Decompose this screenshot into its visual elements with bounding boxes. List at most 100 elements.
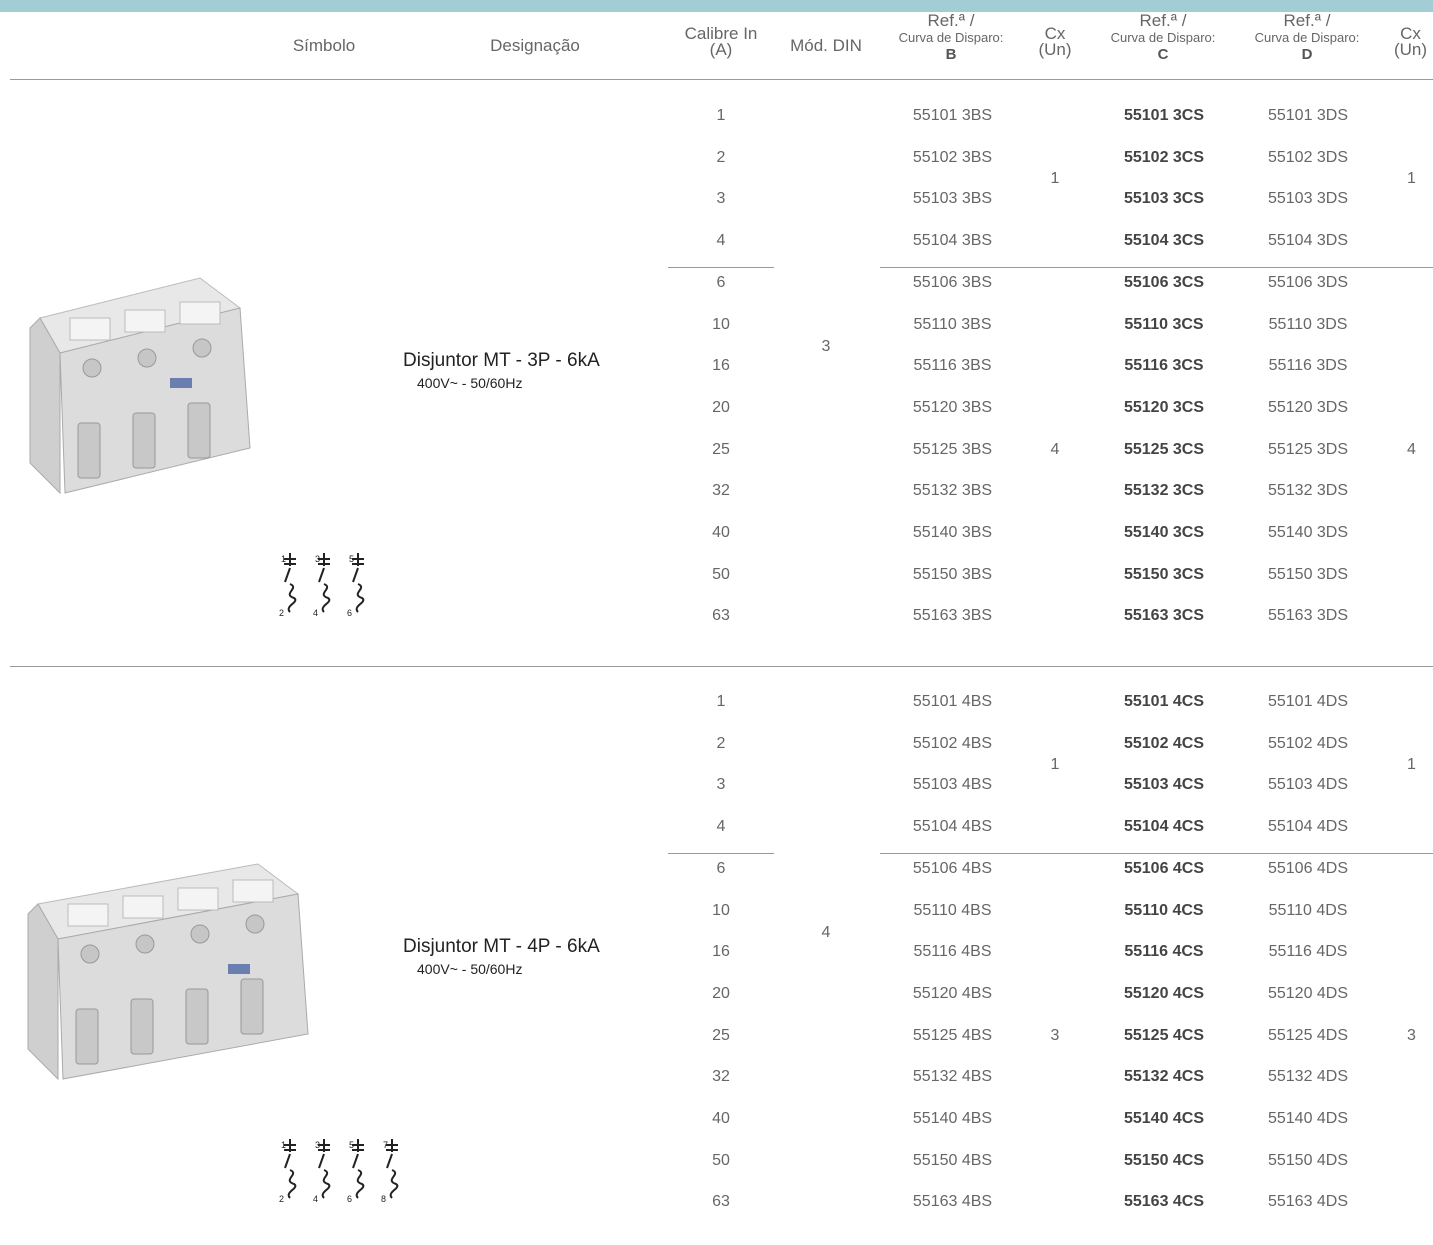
calibre-cell: 32 [712,482,730,500]
cx-small-b-cell: 1 [1050,755,1060,773]
ref-d-cell: 55140 3DS [1267,524,1349,541]
calibre-cell: 10 [712,901,730,919]
subgroup-rule-refs [880,852,1433,854]
calibre-cell: 3 [716,190,726,208]
header-rule [10,79,1433,80]
ref-c-cell: 55101 4CS [1123,693,1205,710]
ref-c-cell: 55104 3CS [1123,232,1205,250]
svg-text:4: 4 [313,1194,318,1204]
ref-c-cell: 55125 4CS [1123,1026,1205,1044]
ref-b-cell: 55106 3BS [912,273,993,291]
ref-b-cell: 55132 3BS [912,482,993,500]
cx-large-b-cell: 4 [1050,440,1060,458]
ref-c-cell: 55106 3CS [1123,273,1205,291]
ref-b-cell: 55163 4BS [912,1193,993,1211]
breaker-3p-symbol: 123456 [278,550,390,625]
ref-b-cell: 55101 4BS [912,693,993,710]
product-designation: Disjuntor MT - 4P - 6kA 400V~ - 50/60Hz [403,936,600,977]
ref-b-cell: 55120 3BS [912,398,993,416]
designation-voltage: 400V~ - 50/60Hz [417,961,523,977]
ref-b-cell: 55101 3BS [912,107,993,124]
top-accent-bar [0,0,1433,12]
calibre-cell: 20 [712,398,730,416]
cx-small-d-cell: 1 [1407,755,1416,773]
breaker-3p-image [20,248,260,513]
ref-c-cell: 55150 4CS [1123,1151,1205,1169]
header-simbolo: Símbolo [292,36,356,55]
calibre-cell: 3 [716,776,726,794]
svg-text:2: 2 [279,608,284,618]
group-separator-rule [10,666,1433,667]
ref-d-cell: 55102 3DS [1267,148,1349,166]
header-ref-c-letter: C [1157,46,1169,63]
ref-b-cell: 55102 3BS [912,148,993,166]
calibre-cell: 25 [712,440,730,458]
calibre-cell: 16 [712,943,730,961]
ref-d-cell: 55106 3DS [1267,273,1349,291]
ref-b-cell: 55106 4BS [912,859,993,877]
ref-d-cell: 55110 4DS [1268,901,1348,919]
cx-small-d-cell: 1 [1407,169,1416,187]
svg-text:4: 4 [313,608,318,618]
calibre-cell: 32 [712,1068,730,1086]
table-header: Símbolo Designação Calibre In (A) Mód. D… [0,12,1433,80]
header-ref-d-line1: Ref.ª / [1283,11,1331,30]
ref-b-cell: 55103 3BS [912,190,993,208]
header-cx-1-line2: (Un) [1038,40,1072,59]
breaker-4p-image [18,834,318,1099]
header-ref-d: Ref.ª / Curva de Disparo: D [1232,12,1382,63]
calibre-cell: 50 [712,1151,730,1169]
mod-din-cell: 3 [821,338,831,356]
designation-voltage: 400V~ - 50/60Hz [417,375,523,391]
ref-c-cell: 55163 4CS [1123,1193,1205,1211]
header-cx-2-line2: (Un) [1393,40,1428,59]
ref-d-cell: 55163 4DS [1267,1193,1349,1211]
ref-c-cell: 55110 3CS [1124,315,1204,333]
header-ref-c: Ref.ª / Curva de Disparo: C [1088,12,1238,63]
ref-b-cell: 55110 3BS [913,315,992,333]
subgroup-rule-refs [880,266,1433,268]
ref-b-cell: 55110 4BS [913,901,992,919]
header-ref-d-line2: Curva de Disparo: [1254,30,1360,45]
ref-d-cell: 55150 3DS [1267,565,1349,583]
ref-c-cell: 55101 3CS [1123,107,1205,124]
ref-b-cell: 55150 3BS [912,565,993,583]
calibre-cell: 1 [716,107,726,124]
ref-d-cell: 55140 4DS [1267,1110,1349,1127]
cx-small-b-cell: 1 [1050,169,1060,187]
svg-text:8: 8 [381,1194,386,1204]
svg-text:6: 6 [347,1194,352,1204]
header-ref-c-line1: Ref.ª / [1139,11,1187,30]
ref-d-cell: 55110 3DS [1268,315,1348,333]
ref-d-cell: 55125 4DS [1267,1026,1349,1044]
ref-c-cell: 55104 4CS [1123,818,1205,836]
header-mod-din: Mód. DIN [790,36,862,55]
ref-b-cell: 55102 4BS [912,734,993,752]
ref-c-cell: 55103 4CS [1123,776,1205,794]
calibre-cell: 4 [716,232,726,250]
ref-d-cell: 55120 3DS [1267,398,1349,416]
designation-title: Disjuntor MT - 4P - 6kA [403,936,600,957]
subgroup-rule-calibre [668,852,774,854]
calibre-cell: 63 [712,607,730,625]
calibre-cell: 2 [716,148,726,166]
ref-d-cell: 55103 4DS [1267,776,1349,794]
svg-text:6: 6 [347,608,352,618]
ref-b-cell: 55104 3BS [912,232,993,250]
ref-c-cell: 55150 3CS [1123,565,1205,583]
ref-d-cell: 55116 4DS [1268,943,1348,961]
ref-d-cell: 55116 3DS [1268,357,1348,375]
ref-b-cell: 55125 3BS [912,440,993,458]
calibre-cell: 1 [716,693,726,710]
ref-c-cell: 55140 4CS [1123,1110,1205,1127]
header-ref-b: Ref.ª / Curva de Disparo: B [876,12,1026,63]
calibre-cell: 20 [712,984,730,1002]
ref-d-cell: 55132 4DS [1267,1068,1349,1086]
ref-c-cell: 55140 3CS [1123,524,1205,541]
ref-c-cell: 55116 4CS [1124,943,1204,961]
ref-c-cell: 55102 4CS [1123,734,1205,752]
ref-d-cell: 55120 4DS [1267,984,1349,1002]
ref-c-cell: 55110 4CS [1124,901,1204,919]
ref-b-cell: 55132 4BS [912,1068,993,1086]
ref-d-cell: 55101 4DS [1267,693,1349,710]
